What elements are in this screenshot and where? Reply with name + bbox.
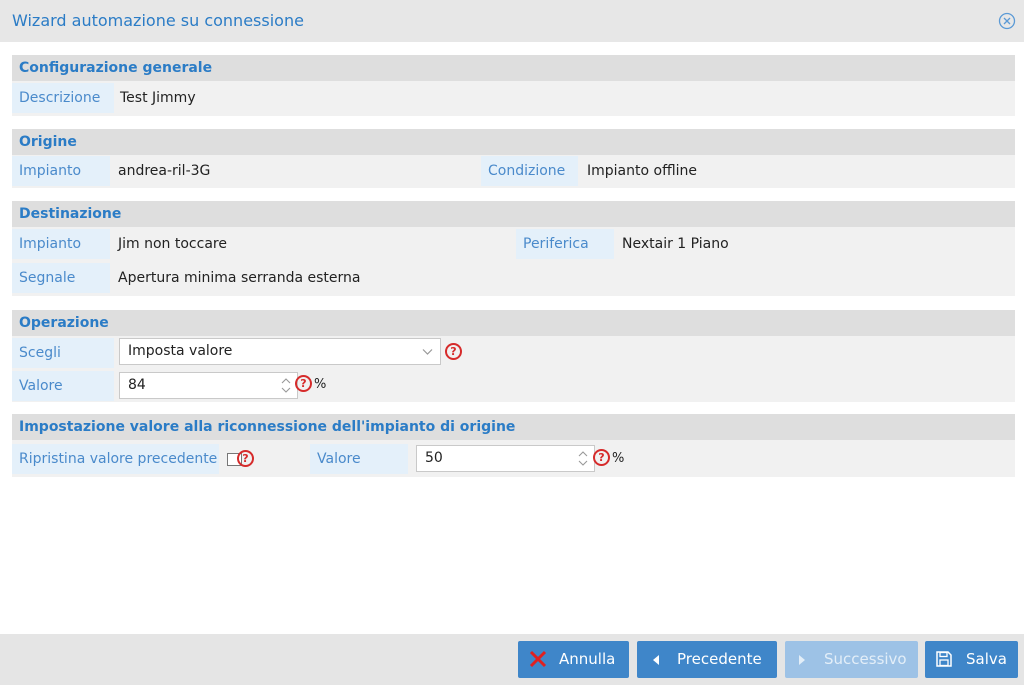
general-section: Configurazione generale Descrizione Test… — [12, 55, 1015, 116]
choose-label: Scegli — [12, 338, 114, 368]
signal-value: Apertura minima serranda esterna — [118, 270, 361, 286]
origin-section-title: Origine — [12, 129, 1015, 155]
origin-plant-label: Impianto — [12, 156, 110, 186]
condition-value: Impianto offline — [587, 163, 697, 179]
reconnect-section: Impostazione valore alla riconnessione d… — [12, 414, 1015, 477]
footer-bar: Annulla Precedente Successivo Salva — [0, 634, 1024, 685]
operation-select-value: Imposta valore — [128, 343, 233, 359]
condition-label: Condizione — [481, 156, 578, 186]
reconnect-value-input[interactable]: 50 — [416, 445, 595, 472]
description-label: Descrizione — [12, 83, 114, 113]
spinner-icon[interactable] — [578, 450, 588, 467]
origin-plant-value: andrea-ril-3G — [118, 163, 211, 179]
previous-button-label: Precedente — [677, 650, 762, 668]
help-icon[interactable]: ? — [445, 343, 462, 360]
reconnect-value-label: Valore — [310, 444, 408, 474]
caret-right-icon — [799, 655, 805, 665]
destination-section-title: Destinazione — [12, 201, 1015, 227]
operation-value-input[interactable]: 84 — [119, 372, 298, 399]
destination-plant-label: Impianto — [12, 229, 110, 259]
cancel-button[interactable]: Annulla — [518, 641, 629, 678]
operation-section-title: Operazione — [12, 310, 1015, 336]
reconnect-unit: % — [612, 451, 625, 466]
operation-value-label: Valore — [12, 371, 114, 401]
close-icon[interactable] — [998, 12, 1016, 30]
spinner-icon[interactable] — [281, 377, 291, 394]
close-x-icon — [529, 650, 547, 668]
operation-select[interactable]: Imposta valore — [119, 338, 441, 365]
operation-unit: % — [314, 377, 327, 392]
cancel-button-label: Annulla — [559, 650, 616, 668]
next-button[interactable]: Successivo — [785, 641, 918, 678]
help-icon[interactable]: ? — [295, 375, 312, 392]
operation-value-text: 84 — [128, 377, 146, 393]
device-label: Periferica — [516, 229, 614, 259]
help-icon[interactable]: ? — [237, 450, 254, 467]
destination-section: Destinazione Impianto Jim non toccare Pe… — [12, 201, 1015, 296]
signal-label: Segnale — [12, 263, 110, 293]
chevron-down-icon — [422, 349, 433, 355]
description-value: Test Jimmy — [120, 90, 196, 106]
save-button-label: Salva — [966, 650, 1007, 668]
next-button-label: Successivo — [824, 650, 907, 668]
general-section-title: Configurazione generale — [12, 55, 1015, 81]
floppy-disk-icon — [936, 651, 952, 667]
origin-section: Origine Impianto andrea-ril-3G Condizion… — [12, 129, 1015, 188]
reconnect-section-title: Impostazione valore alla riconnessione d… — [12, 414, 1015, 440]
previous-button[interactable]: Precedente — [637, 641, 777, 678]
window-titlebar: Wizard automazione su connessione — [0, 0, 1024, 42]
window-title: Wizard automazione su connessione — [12, 11, 304, 30]
operation-section: Operazione Scegli Imposta valore ? Valor… — [12, 310, 1015, 402]
device-value: Nextair 1 Piano — [622, 236, 729, 252]
caret-left-icon — [653, 655, 659, 665]
help-icon[interactable]: ? — [593, 449, 610, 466]
save-button[interactable]: Salva — [925, 641, 1018, 678]
reconnect-value-text: 50 — [425, 450, 443, 466]
destination-plant-value: Jim non toccare — [118, 236, 227, 252]
restore-label: Ripristina valore precedente — [12, 444, 219, 474]
